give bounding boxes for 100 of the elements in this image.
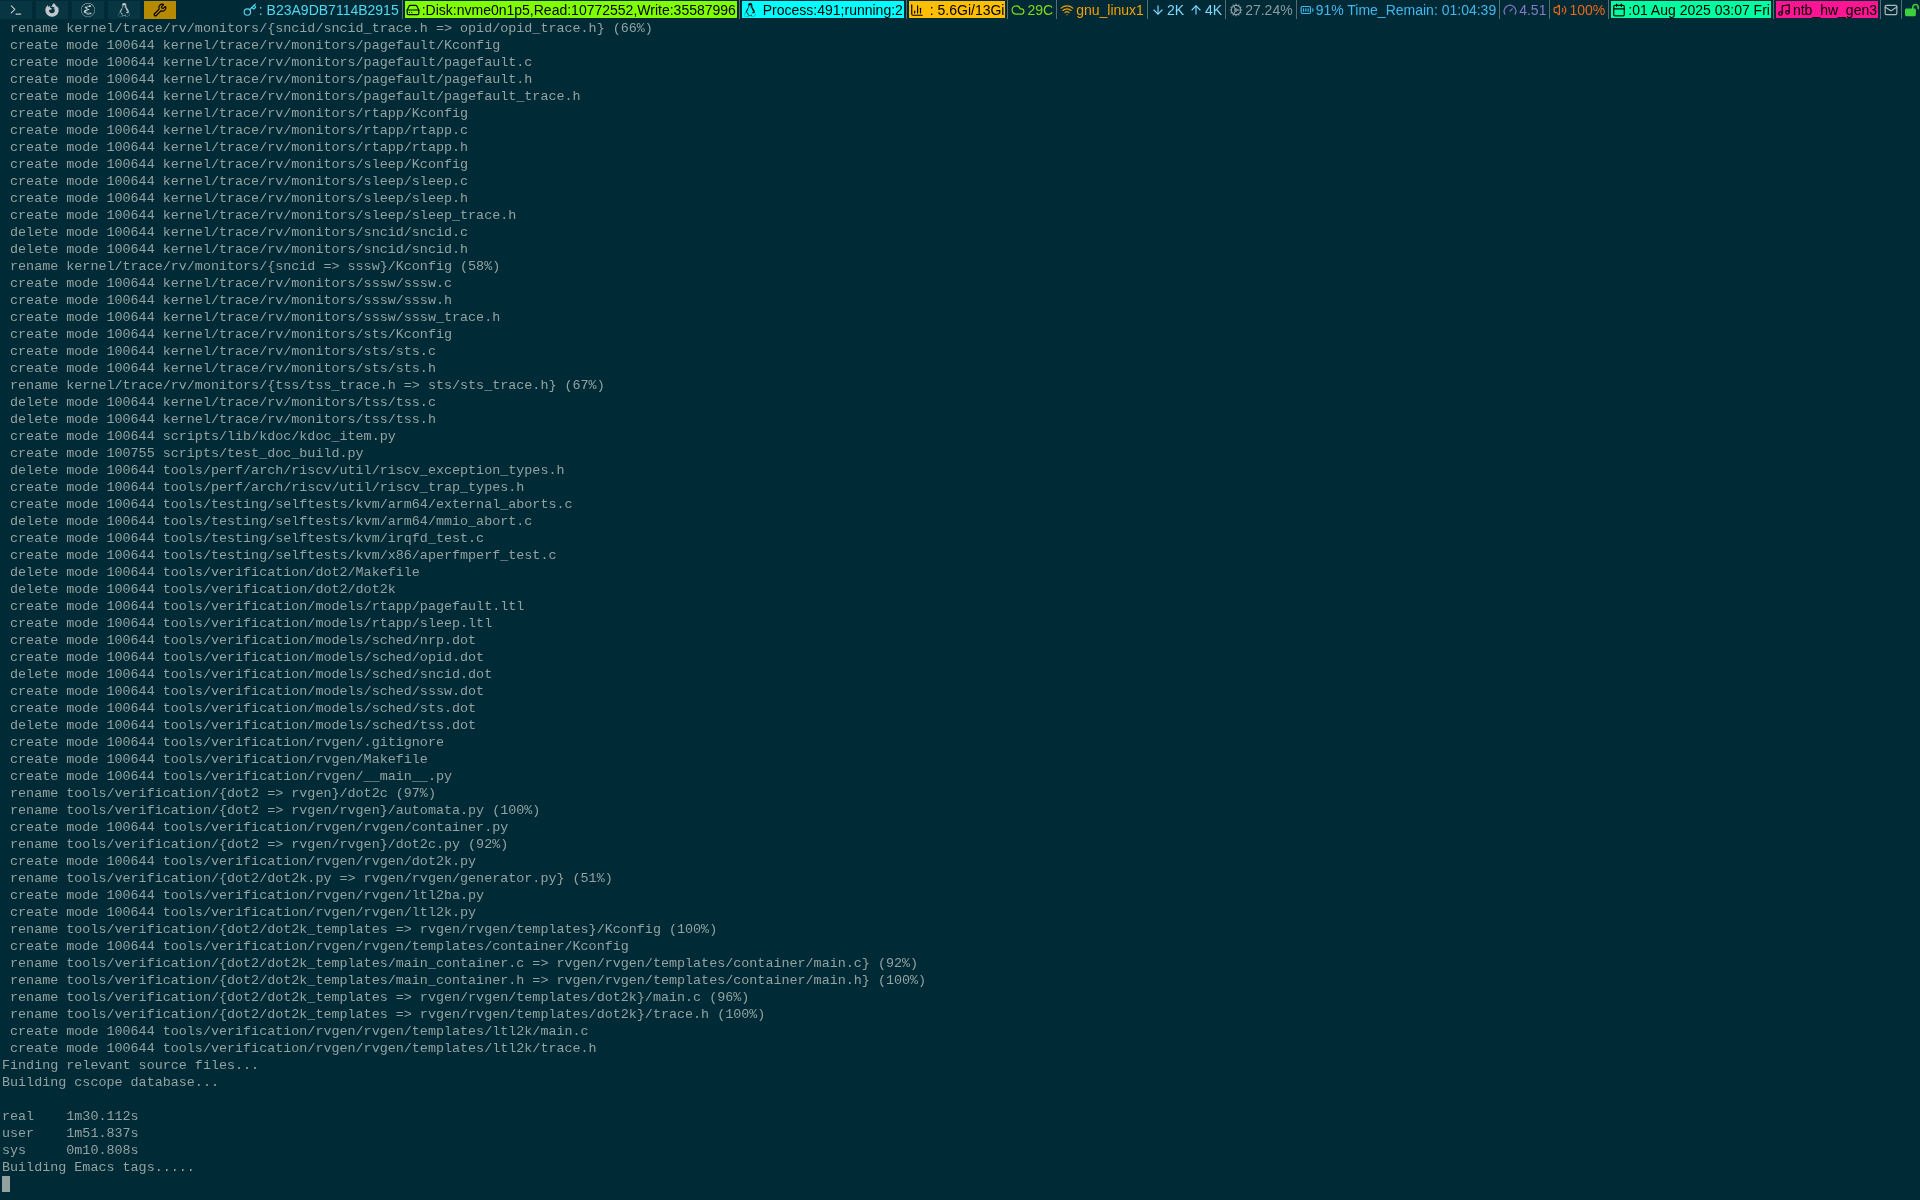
status-text: 4K (1205, 2, 1223, 17)
terminal-line: create mode 100644 tools/verification/rvgen/rvgen/ltl2k.py (9, 904, 477, 921)
status-text: 100% (1569, 2, 1606, 17)
penguin-icon (117, 2, 131, 17)
terminal-line: create mode 100755 scripts/test_doc_build.py (9, 445, 364, 462)
status-text: Process:491;running:2 (761, 2, 903, 17)
terminal-line: Finding relevant source files... (1, 1057, 260, 1074)
status-text: ntb_hw_gen3 (1792, 2, 1877, 17)
terminal-line: rename tools/verification/{dot2 => rvgen}/dot2c (97%) (9, 785, 436, 802)
terminal-line: create mode 100644 tools/verification/models/sched/nrp.dot (9, 632, 477, 649)
terminal-line: create mode 100644 tools/perf/arch/riscv/util/riscv_trap_types.h (9, 479, 525, 496)
terminal-line: create mode 100644 tools/verification/rvgen/rvgen/templates/ltl2k/main.c (9, 1023, 589, 1040)
terminal-line: create mode 100644 kernel/trace/rv/monitors/rtapp/Kconfig (9, 105, 469, 122)
terminal-line: rename tools/verification/{dot2/dot2k_templates/main_container.h => rvgen/rvgen/templates/container/main.h} (100%) (9, 972, 927, 989)
terminal-line: create mode 100644 kernel/trace/rv/monitors/sleep/Kconfig (9, 156, 469, 173)
terminal-line: delete mode 100644 tools/verification/dot2/Makefile (9, 564, 420, 581)
terminal-line: create mode 100644 tools/verification/rvgen/rvgen/templates/container/Kconfig (9, 938, 629, 955)
terminal-line: real 1m30.112s (1, 1108, 139, 1125)
terminal-line: rename tools/verification/{dot2/dot2k_templates/main_container.c => rvgen/rvgen/templates/container/main.c} (92%) (9, 955, 919, 972)
status-text: : B23A9DB7114B2915 (258, 2, 399, 17)
terminal-cursor (2, 1176, 10, 1192)
terminal-line: rename tools/verification/{dot2/dot2k.py => rvgen/rvgen/generator.py} (51%) (9, 870, 613, 887)
gauge-icon (1503, 2, 1518, 17)
cloud-icon (1011, 2, 1026, 17)
terminal-line: create mode 100644 kernel/trace/rv/monitors/sleep/sleep.c (9, 173, 469, 190)
terminal-line: create mode 100644 tools/verification/models/sched/sssw.dot (9, 683, 485, 700)
status-text: 29C (1027, 2, 1054, 17)
terminal-line: delete mode 100644 kernel/trace/rv/monitors/tss/tss.c (9, 394, 436, 411)
terminal-line: create mode 100644 tools/verification/rvgen/rvgen/dot2k.py (9, 853, 477, 870)
terminal-line: create mode 100644 scripts/lib/kdoc/kdoc_item.py (9, 428, 396, 445)
terminal-line: create mode 100644 kernel/trace/rv/monitors/sssw/sssw.h (9, 292, 452, 309)
terminal-line: create mode 100644 tools/testing/selftests/kvm/irqfd_test.c (9, 530, 485, 547)
terminal-line: create mode 100644 kernel/trace/rv/monitors/rtapp/rtapp.h (9, 139, 469, 156)
terminal-line: create mode 100644 tools/verification/rvgen/__main__.py (9, 768, 452, 785)
terminal-line: create mode 100644 tools/verification/models/sched/opid.dot (9, 649, 485, 666)
terminal-line: create mode 100644 tools/testing/selftests/kvm/arm64/external_aborts.c (9, 496, 573, 513)
status-text: 91% Time_Remain: 01:04:39 (1315, 2, 1497, 17)
terminal-line: create mode 100644 tools/verification/models/rtapp/pagefault.ltl (9, 598, 525, 615)
status-text: : 5.6Gi/13Gi (928, 2, 1005, 17)
gear-icon (1229, 2, 1244, 17)
terminal-line: create mode 100644 kernel/trace/rv/monitors/sleep/sleep.h (9, 190, 469, 207)
terminal-line: rename kernel/trace/rv/monitors/{sncid => sssw}/Kconfig (58%) (9, 258, 501, 275)
terminal-line: user 1m51.837s (1, 1125, 139, 1142)
terminal-icon (9, 2, 23, 17)
calendar-icon (1612, 2, 1627, 17)
terminal-line: create mode 100644 tools/verification/models/rtapp/sleep.ltl (9, 615, 493, 632)
terminal-line: rename kernel/trace/rv/monitors/{tss/tss_trace.h => sts/sts_trace.h} (67%) (9, 377, 605, 394)
terminal-line: create mode 100644 tools/verification/rvgen/rvgen/templates/ltl2k/trace.h (9, 1040, 597, 1057)
wifi-icon (1060, 2, 1075, 17)
terminal-line: create mode 100644 tools/verification/rvgen/rvgen/container.py (9, 819, 509, 836)
status-text: 2K (1166, 2, 1184, 17)
terminal-line: create mode 100644 kernel/trace/rv/monitors/sts/Kconfig (9, 326, 452, 343)
editor-icon (81, 2, 95, 17)
terminal-line: rename tools/verification/{dot2 => rvgen/rvgen}/automata.py (100%) (9, 802, 541, 819)
terminal-line: create mode 100644 tools/testing/selftests/kvm/x86/aperfmperf_test.c (9, 547, 557, 564)
terminal-line: delete mode 100644 tools/verification/models/sched/tss.dot (9, 717, 477, 734)
terminal-line: delete mode 100644 kernel/trace/rv/monitors/sncid/sncid.h (9, 241, 469, 258)
status-text: :Disk:nvme0n1p5,Read:10772552,Write:35587996 (421, 2, 736, 17)
key-icon (242, 2, 257, 17)
terminal-line: create mode 100644 kernel/trace/rv/monitors/sts/sts.h (9, 360, 436, 377)
terminal-line: rename tools/verification/{dot2/dot2k_templates => rvgen/rvgen/templates/dot2k}/trace.h (100%) (9, 1006, 766, 1023)
tools-icon (153, 2, 167, 17)
terminal-line: create mode 100644 kernel/trace/rv/monitors/pagefault/pagefault_trace.h (9, 88, 581, 105)
status-text: 4.51 (1519, 2, 1547, 17)
terminal-line: create mode 100644 kernel/trace/rv/monitors/sssw/sssw.c (9, 275, 452, 292)
terminal-line: create mode 100644 tools/verification/rvgen/rvgen/ltl2ba.py (9, 887, 485, 904)
music-icon (1776, 2, 1791, 17)
terminal-line: rename tools/verification/{dot2/dot2k_templates => rvgen/rvgen/templates}/Kconfig (100%) (9, 921, 718, 938)
terminal-line: delete mode 100644 tools/testing/selftests/kvm/arm64/mmio_abort.c (9, 513, 533, 530)
terminal-line: create mode 100644 tools/verification/models/sched/sts.dot (9, 700, 477, 717)
speaker-icon (1553, 2, 1568, 17)
workspace-button[interactable] (108, 0, 140, 19)
penguin-icon (742, 2, 757, 17)
terminal-line: create mode 100644 kernel/trace/rv/monitors/sssw/sssw_trace.h (9, 309, 501, 326)
terminal-line: sys 0m10.808s (1, 1142, 139, 1159)
terminal-line: rename kernel/trace/rv/monitors/{sncid/sncid_trace.h => opid/opid_trace.h} (66%) (9, 20, 653, 37)
workspace-button[interactable] (144, 0, 176, 19)
terminal-line: create mode 100644 tools/verification/rvgen/Makefile (9, 751, 428, 768)
bar-chart-icon (909, 2, 924, 17)
terminal-line: Building Emacs tags..... (1, 1159, 195, 1176)
status-text: :01 Aug 2025 03:07 Fri (1628, 2, 1770, 17)
terminal-line: create mode 100644 kernel/trace/rv/monitors/pagefault/pagefault.h (9, 71, 533, 88)
workspace-button[interactable] (0, 0, 32, 19)
terminal-line: delete mode 100644 tools/perf/arch/riscv/util/riscv_exception_types.h (9, 462, 565, 479)
workspace-button[interactable] (72, 0, 104, 19)
terminal-line: delete mode 100644 tools/verification/models/sched/sncid.dot (9, 666, 493, 683)
terminal-line: delete mode 100644 tools/verification/dot2/dot2k (9, 581, 396, 598)
terminal-line: create mode 100644 tools/verification/rvgen/.gitignore (9, 734, 444, 751)
terminal-line: rename tools/verification/{dot2 => rvgen/rvgen}/dot2c.py (92%) (9, 836, 509, 853)
browser-icon (45, 2, 59, 17)
status-text: 27.24% (1245, 2, 1293, 17)
terminal-line: rename tools/verification/{dot2/dot2k_templates => rvgen/rvgen/templates/dot2k}/main.c (96%) (9, 989, 750, 1006)
terminal-line: create mode 100644 kernel/trace/rv/monitors/sts/sts.c (9, 343, 436, 360)
terminal-line: delete mode 100644 kernel/trace/rv/monitors/sncid/sncid.c (9, 224, 469, 241)
terminal-line: create mode 100644 kernel/trace/rv/monitors/rtapp/rtapp.c (9, 122, 469, 139)
terminal-line: create mode 100644 kernel/trace/rv/monitors/pagefault/Kconfig (9, 37, 501, 54)
workspace-button[interactable] (36, 0, 68, 19)
terminal-line: delete mode 100644 kernel/trace/rv/monitors/tss/tss.h (9, 411, 436, 428)
terminal-line: create mode 100644 kernel/trace/rv/monitors/sleep/sleep_trace.h (9, 207, 517, 224)
status-text: gnu_linux1 (1076, 2, 1144, 17)
